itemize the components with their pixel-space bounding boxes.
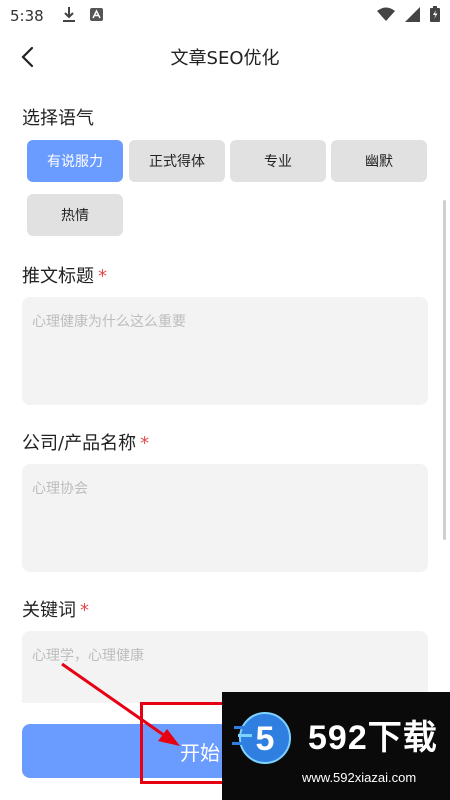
annotation-arrow-icon — [61, 662, 180, 746]
watermark-url: www.592xiazai.com — [302, 770, 417, 785]
svg-text:5: 5 — [256, 720, 275, 758]
watermark-logo-icon: 5 — [232, 712, 291, 764]
watermark-title: 592下载 — [308, 719, 438, 757]
watermark: 5 592下载 www.592xiazai.com — [222, 692, 450, 800]
